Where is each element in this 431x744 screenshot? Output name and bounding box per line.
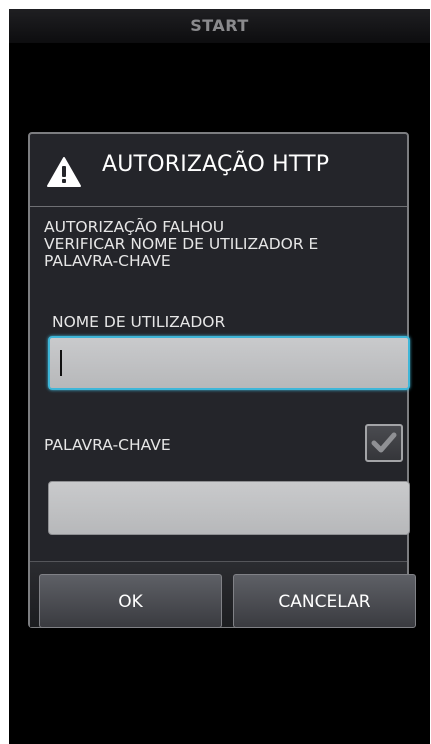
error-message: AUTORIZAÇÃO FALHOU VERIFICAR NOME DE UTI… [44, 218, 319, 270]
password-input[interactable] [48, 481, 410, 535]
dialog-title: AUTORIZAÇÃO HTTP [102, 152, 330, 177]
app-bar-title: START [9, 9, 430, 43]
username-input[interactable] [48, 336, 410, 390]
http-auth-dialog: AUTORIZAÇÃO HTTP AUTORIZAÇÃO FALHOU VERI… [28, 132, 416, 628]
cancel-button[interactable]: CANCELAR [233, 574, 416, 628]
warning-icon [47, 157, 81, 187]
dialog-header: AUTORIZAÇÃO HTTP [30, 134, 407, 207]
checkmark-icon [371, 432, 397, 453]
ok-button[interactable]: OK [39, 574, 222, 628]
dialog-button-bar: OK CANCELAR [30, 561, 416, 628]
text-cursor [60, 350, 62, 376]
username-label: NOME DE UTILIZADOR [52, 313, 226, 331]
password-label: PALAVRA-CHAVE [44, 436, 171, 454]
phone-screen: START AUTORIZAÇÃO HTTP AUTORIZAÇÃO FALHO… [9, 9, 430, 744]
show-password-checkbox[interactable] [365, 424, 403, 462]
